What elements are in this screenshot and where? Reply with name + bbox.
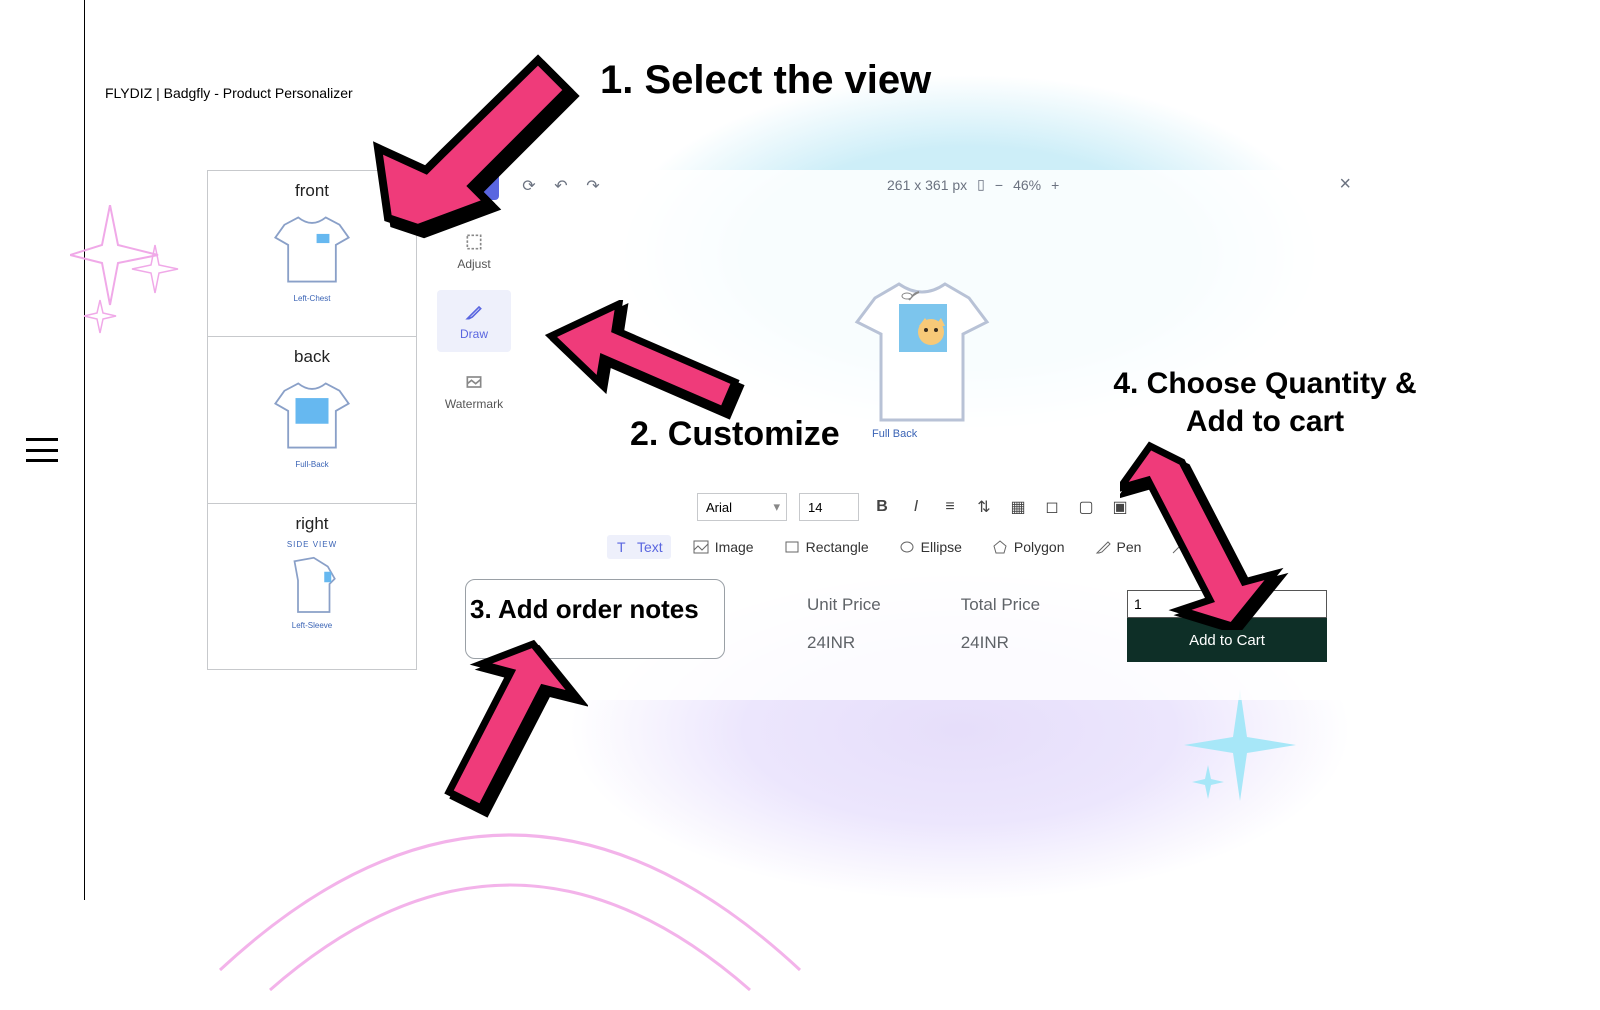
tool-label: Draw — [460, 327, 488, 341]
view-name: right — [295, 514, 328, 534]
menu-icon[interactable] — [26, 438, 58, 462]
arrow-icon — [1120, 440, 1290, 630]
text-icon: T — [615, 539, 631, 555]
canvas-info: 261 x 361 px ▯ − 46% + — [887, 176, 1059, 193]
image-icon — [693, 539, 709, 555]
font-select[interactable]: Arial — [697, 493, 787, 521]
view-tag: SIDE VIEW — [287, 540, 337, 549]
format-bar: Arial B I ≡ ⇅ ▦ ◻ ▢ ▣ — [697, 493, 1131, 521]
tool-label: Adjust — [457, 257, 490, 271]
callout-add-notes: 3. Add order notes — [470, 594, 699, 625]
total-price-label: Total Price — [961, 595, 1040, 615]
canvas-caption: Full Back — [872, 428, 917, 440]
redo-icon[interactable]: ↷ — [583, 176, 603, 196]
shape-rectangle[interactable]: Rectangle — [776, 535, 877, 559]
callout-select-view: 1. Select the view — [600, 58, 931, 103]
layers-icon[interactable]: ▯ — [977, 176, 985, 193]
shape-image[interactable]: Image — [685, 535, 762, 559]
view-tile-right[interactable]: right SIDE VIEW Left-Sleeve — [208, 504, 416, 669]
unit-price-label: Unit Price — [807, 595, 881, 615]
text-effect-icon[interactable]: ⇅ — [973, 496, 995, 518]
view-name: back — [294, 347, 330, 367]
thumb-caption: Left-Sleeve — [292, 621, 332, 630]
ellipse-icon — [899, 539, 915, 555]
thumb-caption: Left-Chest — [294, 294, 331, 303]
view-name: front — [295, 181, 329, 201]
font-size-input[interactable] — [799, 493, 859, 521]
sparkle-icon — [70, 205, 190, 345]
stroke-icon[interactable]: ◻ — [1041, 496, 1063, 518]
callout-choose-qty: 4. Choose Quantity & Add to cart — [1100, 365, 1430, 440]
price-row: Unit Price 24INR Total Price 24INR — [807, 595, 1040, 653]
tshirt-back-thumb — [257, 373, 367, 458]
tshirt-side-thumb — [257, 549, 367, 619]
canvas-preview[interactable] — [827, 270, 1017, 460]
watermark-icon — [464, 372, 484, 392]
shape-polygon[interactable]: Polygon — [984, 535, 1073, 559]
arrow-icon — [425, 638, 595, 828]
zoom-in-icon[interactable]: + — [1051, 177, 1059, 193]
pen-icon — [1095, 539, 1111, 555]
unit-price-value: 24INR — [807, 633, 881, 653]
canvas-dims: 261 x 361 px — [887, 177, 967, 193]
close-icon[interactable]: × — [1339, 173, 1351, 196]
arrow-icon — [545, 300, 745, 430]
thumb-caption: Full-Back — [295, 460, 328, 469]
tshirt-front-thumb — [257, 207, 367, 292]
zoom-out-icon[interactable]: − — [995, 177, 1003, 193]
page-title: FLYDIZ | Badgfly - Product Personalizer — [105, 85, 353, 101]
arrow-icon — [370, 20, 580, 250]
italic-icon[interactable]: I — [905, 496, 927, 518]
shape-text[interactable]: T Text — [607, 535, 671, 559]
draw-icon — [464, 302, 484, 322]
view-tile-back[interactable]: back Full-Back — [208, 337, 416, 503]
svg-text:T: T — [617, 539, 626, 555]
shadow-icon[interactable]: ▢ — [1075, 496, 1097, 518]
tool-watermark[interactable]: Watermark — [437, 360, 511, 422]
side-tools: Adjust Draw Watermark — [437, 220, 511, 422]
polygon-icon — [992, 539, 1008, 555]
total-price-value: 24INR — [961, 633, 1040, 653]
zoom-level: 46% — [1013, 177, 1041, 193]
shape-ellipse[interactable]: Ellipse — [891, 535, 970, 559]
tool-label: Watermark — [445, 397, 503, 411]
align-icon[interactable]: ≡ — [939, 496, 961, 518]
bold-icon[interactable]: B — [871, 496, 893, 518]
pattern-icon[interactable]: ▦ — [1007, 496, 1029, 518]
rectangle-icon — [784, 539, 800, 555]
tool-draw[interactable]: Draw — [437, 290, 511, 352]
